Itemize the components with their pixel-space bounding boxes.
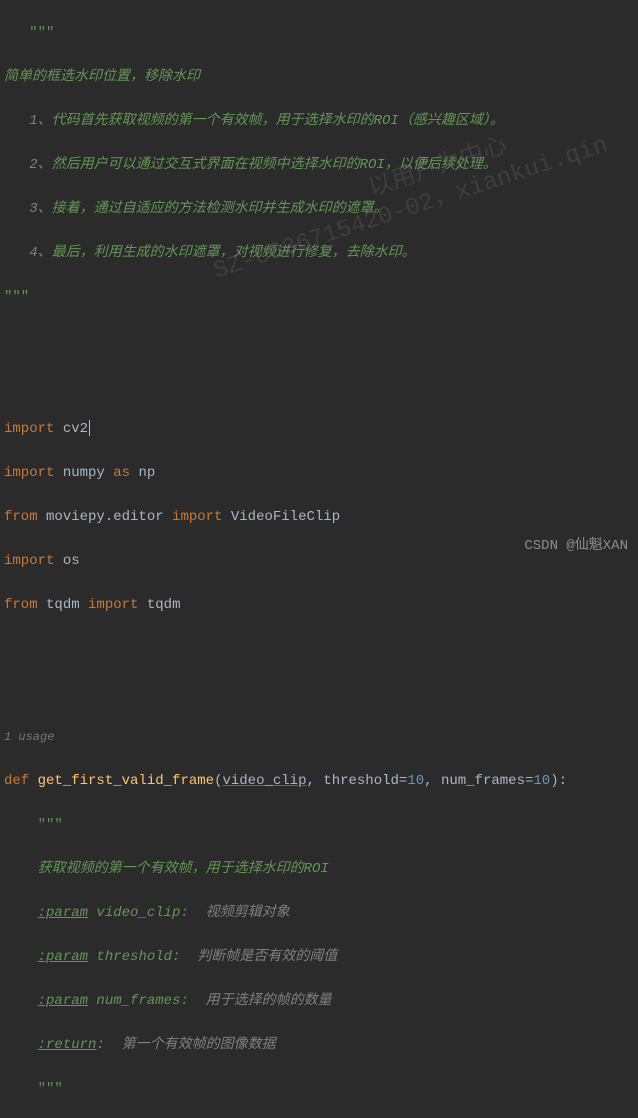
param2-name: threshold: — [88, 949, 180, 965]
docstring-quote: """ — [4, 25, 54, 41]
func-name: get_first_valid_frame — [38, 773, 214, 789]
comma: , — [424, 773, 441, 789]
as-kw: as — [113, 465, 130, 481]
usage-hint[interactable]: 1 usage — [4, 730, 54, 744]
param1-name: video_clip: — [88, 905, 189, 921]
import-moviepy: moviepy.editor — [46, 509, 164, 525]
step-num-2: 2、 — [29, 157, 51, 173]
fn-docstring-open: """ — [38, 817, 63, 833]
step-1: 代码首先获取视频的第一个有效帧，用于选择水印的ROI（感兴趣区域）。 — [52, 113, 504, 129]
import-kw: import — [4, 421, 54, 437]
default-10a: 10 — [407, 773, 424, 789]
param-tag: :param — [38, 949, 88, 965]
param3-name: num_frames: — [88, 993, 189, 1009]
step-num-3: 3、 — [29, 201, 51, 217]
return-tag: :return — [38, 1037, 97, 1053]
return-doc: : 第一个有效帧的图像数据 — [96, 1037, 275, 1053]
step-num-4: 4、 — [29, 245, 51, 261]
param1-doc: 视频剪辑对象 — [189, 905, 290, 921]
fn-doc-line1: 获取视频的第一个有效帧，用于选择水印的ROI — [38, 861, 329, 877]
lparen: ( — [214, 773, 222, 789]
param-tag: :param — [38, 993, 88, 1009]
param-threshold: threshold — [323, 773, 399, 789]
eq: = — [525, 773, 533, 789]
param-video-clip: video_clip — [222, 773, 306, 789]
step-4: 最后，利用生成的水印遮罩，对视频进行修复，去除水印。 — [52, 245, 416, 261]
default-10b: 10 — [533, 773, 550, 789]
import-kw: import — [172, 509, 222, 525]
import-kw: import — [4, 465, 54, 481]
step-3: 接着，通过自适应的方法检测水印并生成水印的遮罩。 — [52, 201, 388, 217]
param2-doc: 判断帧是否有效的阈值 — [180, 949, 337, 965]
docstring-intro: 简单的框选水印位置，移除水印 — [4, 66, 634, 88]
import-videoclip: VideoFileClip — [231, 509, 340, 525]
fn-docstring-close: """ — [38, 1081, 63, 1097]
from-kw: from — [4, 509, 38, 525]
import-numpy: numpy — [63, 465, 105, 481]
from-kw: from — [4, 597, 38, 613]
import-os: os — [63, 553, 80, 569]
docstring-close: """ — [4, 289, 29, 305]
alias-np: np — [138, 465, 155, 481]
step-2: 然后用户可以通过交互式界面在视频中选择水印的ROI，以便后续处理。 — [52, 157, 497, 173]
eq: = — [399, 773, 407, 789]
code-editor[interactable]: """ 简单的框选水印位置，移除水印 1、代码首先获取视频的第一个有效帧，用于选… — [0, 0, 638, 1118]
import-kw: import — [4, 553, 54, 569]
param-num-frames: num_frames — [441, 773, 525, 789]
import-kw: import — [88, 597, 138, 613]
param-tag: :param — [38, 905, 88, 921]
comma: , — [306, 773, 323, 789]
rparen-colon: ): — [550, 773, 567, 789]
def-kw: def — [4, 773, 29, 789]
step-num-1: 1、 — [29, 113, 51, 129]
text-cursor — [89, 420, 90, 436]
param3-doc: 用于选择的帧的数量 — [189, 993, 332, 1009]
import-tqdm-mod: tqdm — [46, 597, 80, 613]
import-tqdm: tqdm — [147, 597, 181, 613]
import-cv2: cv2 — [63, 421, 88, 437]
